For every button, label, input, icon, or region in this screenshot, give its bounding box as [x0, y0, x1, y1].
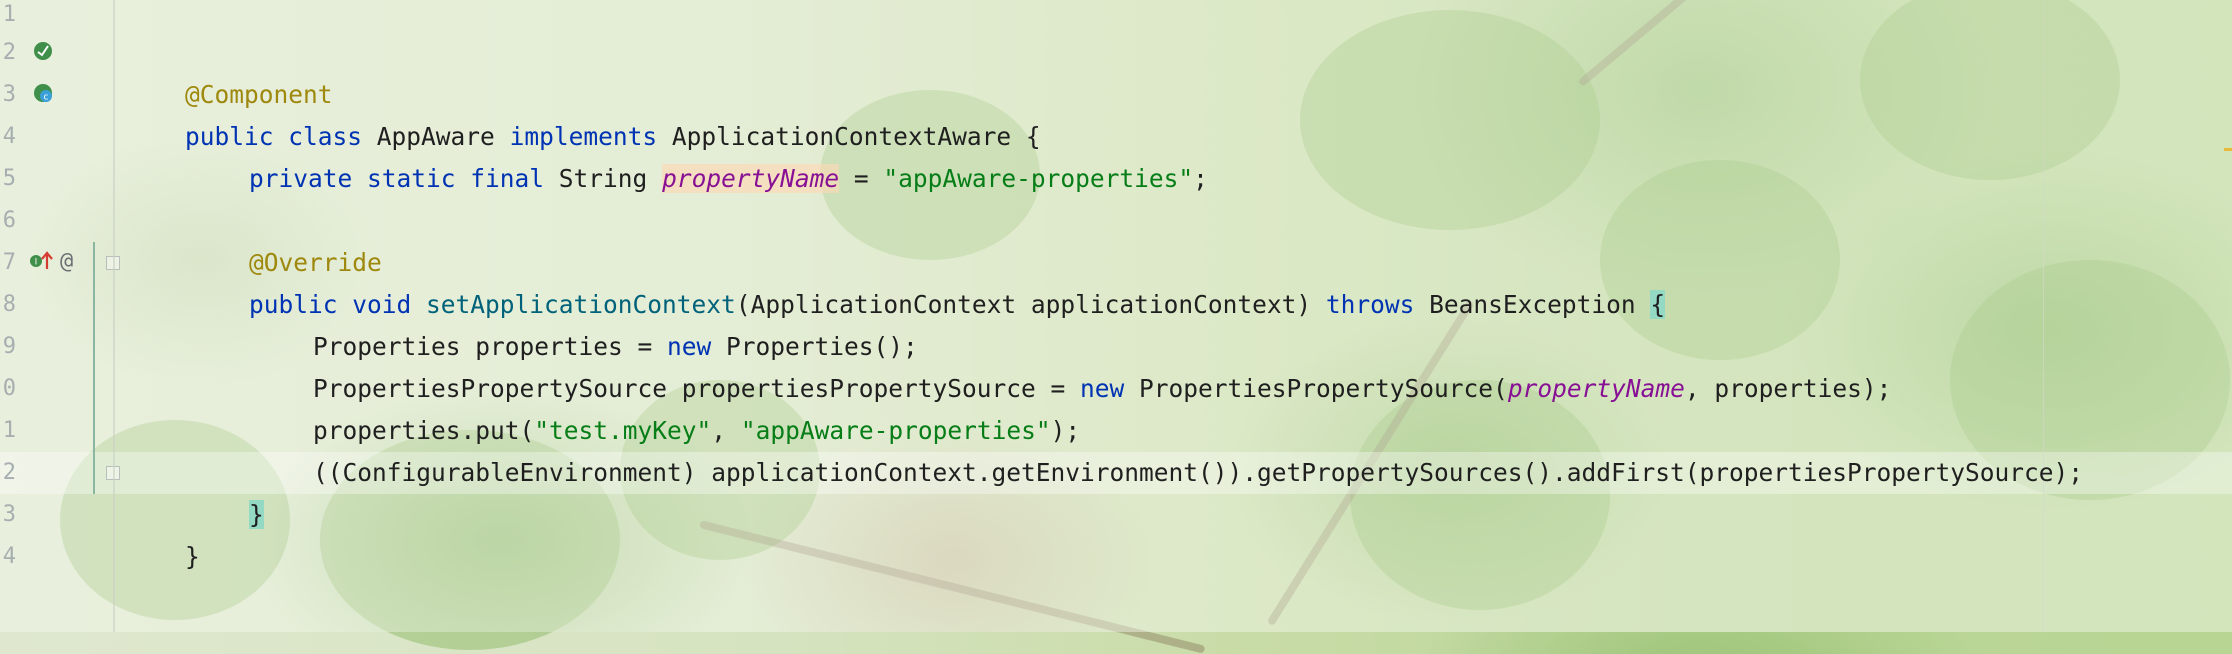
- line-number: 5: [2, 166, 16, 191]
- code-line-3: public class AppAware implements Applica…: [126, 74, 1041, 151]
- line-number: 3: [2, 82, 16, 107]
- code-line-12: }: [190, 452, 264, 529]
- string-literal: "appAware-properties": [883, 164, 1194, 193]
- code-line-8: Properties properties = new Properties()…: [254, 284, 918, 361]
- gutter-separator: [113, 0, 115, 632]
- line-number: 1: [2, 2, 16, 27]
- bean-icon[interactable]: [32, 40, 54, 67]
- line-number: 8: [2, 292, 16, 317]
- code-text: ((ConfigurableEnvironment) applicationCo…: [313, 458, 2084, 487]
- scrollbar-warning-marker[interactable]: [2224, 148, 2232, 151]
- right-margin-guide: [2043, 0, 2044, 632]
- field-name: propertyName: [1507, 374, 1685, 403]
- operator: =: [853, 164, 869, 193]
- code-line-13: }: [126, 494, 200, 571]
- line-number: 7: [2, 250, 16, 275]
- keyword: new: [1080, 374, 1125, 403]
- code-line-7: public void setApplicationContext(Applic…: [190, 242, 1666, 319]
- code-line-2: @Component: [126, 32, 333, 109]
- svg-text:I: I: [35, 258, 38, 268]
- line-number: 3: [2, 502, 16, 527]
- brace: }: [185, 542, 200, 571]
- override-icon[interactable]: I: [28, 249, 54, 278]
- line-number: 2: [2, 460, 16, 485]
- field-name: propertyName: [662, 164, 840, 193]
- line-number: 1: [2, 418, 16, 443]
- code-line-11: ((ConfigurableEnvironment) applicationCo…: [254, 410, 2083, 487]
- type-name: String: [558, 164, 648, 193]
- exception-name: BeansException: [1429, 290, 1636, 319]
- editor-gutter[interactable]: 1 2 3 4 5 6 7 8 9 0 1 2 3 4 c I @: [0, 0, 120, 632]
- at-icon[interactable]: @: [60, 250, 73, 274]
- code-text: , properties);: [1684, 374, 1892, 403]
- code-line-10: properties.put("test.myKey", "appAware-p…: [254, 368, 1080, 445]
- line-number: 0: [2, 376, 16, 401]
- line-number: 9: [2, 334, 16, 359]
- code-line-9: PropertiesPropertySource propertiesPrope…: [254, 326, 1891, 403]
- keyword: throws: [1325, 290, 1415, 319]
- fold-range-indicator: [93, 242, 95, 494]
- semicolon: ;: [1193, 164, 1208, 193]
- code-line-4: private static final String propertyName…: [190, 116, 1208, 193]
- code-line-6: @Override: [190, 200, 382, 277]
- matched-brace: {: [1650, 290, 1666, 319]
- line-number: 4: [2, 544, 16, 569]
- line-number: 2: [2, 40, 16, 65]
- svg-text:c: c: [44, 93, 49, 103]
- code-text: PropertiesPropertySource(: [1124, 374, 1508, 403]
- line-number: 6: [2, 208, 16, 233]
- matched-brace: }: [249, 500, 264, 529]
- line-number: 4: [2, 124, 16, 149]
- keyword: private static final: [249, 164, 545, 193]
- class-icon[interactable]: c: [32, 82, 54, 109]
